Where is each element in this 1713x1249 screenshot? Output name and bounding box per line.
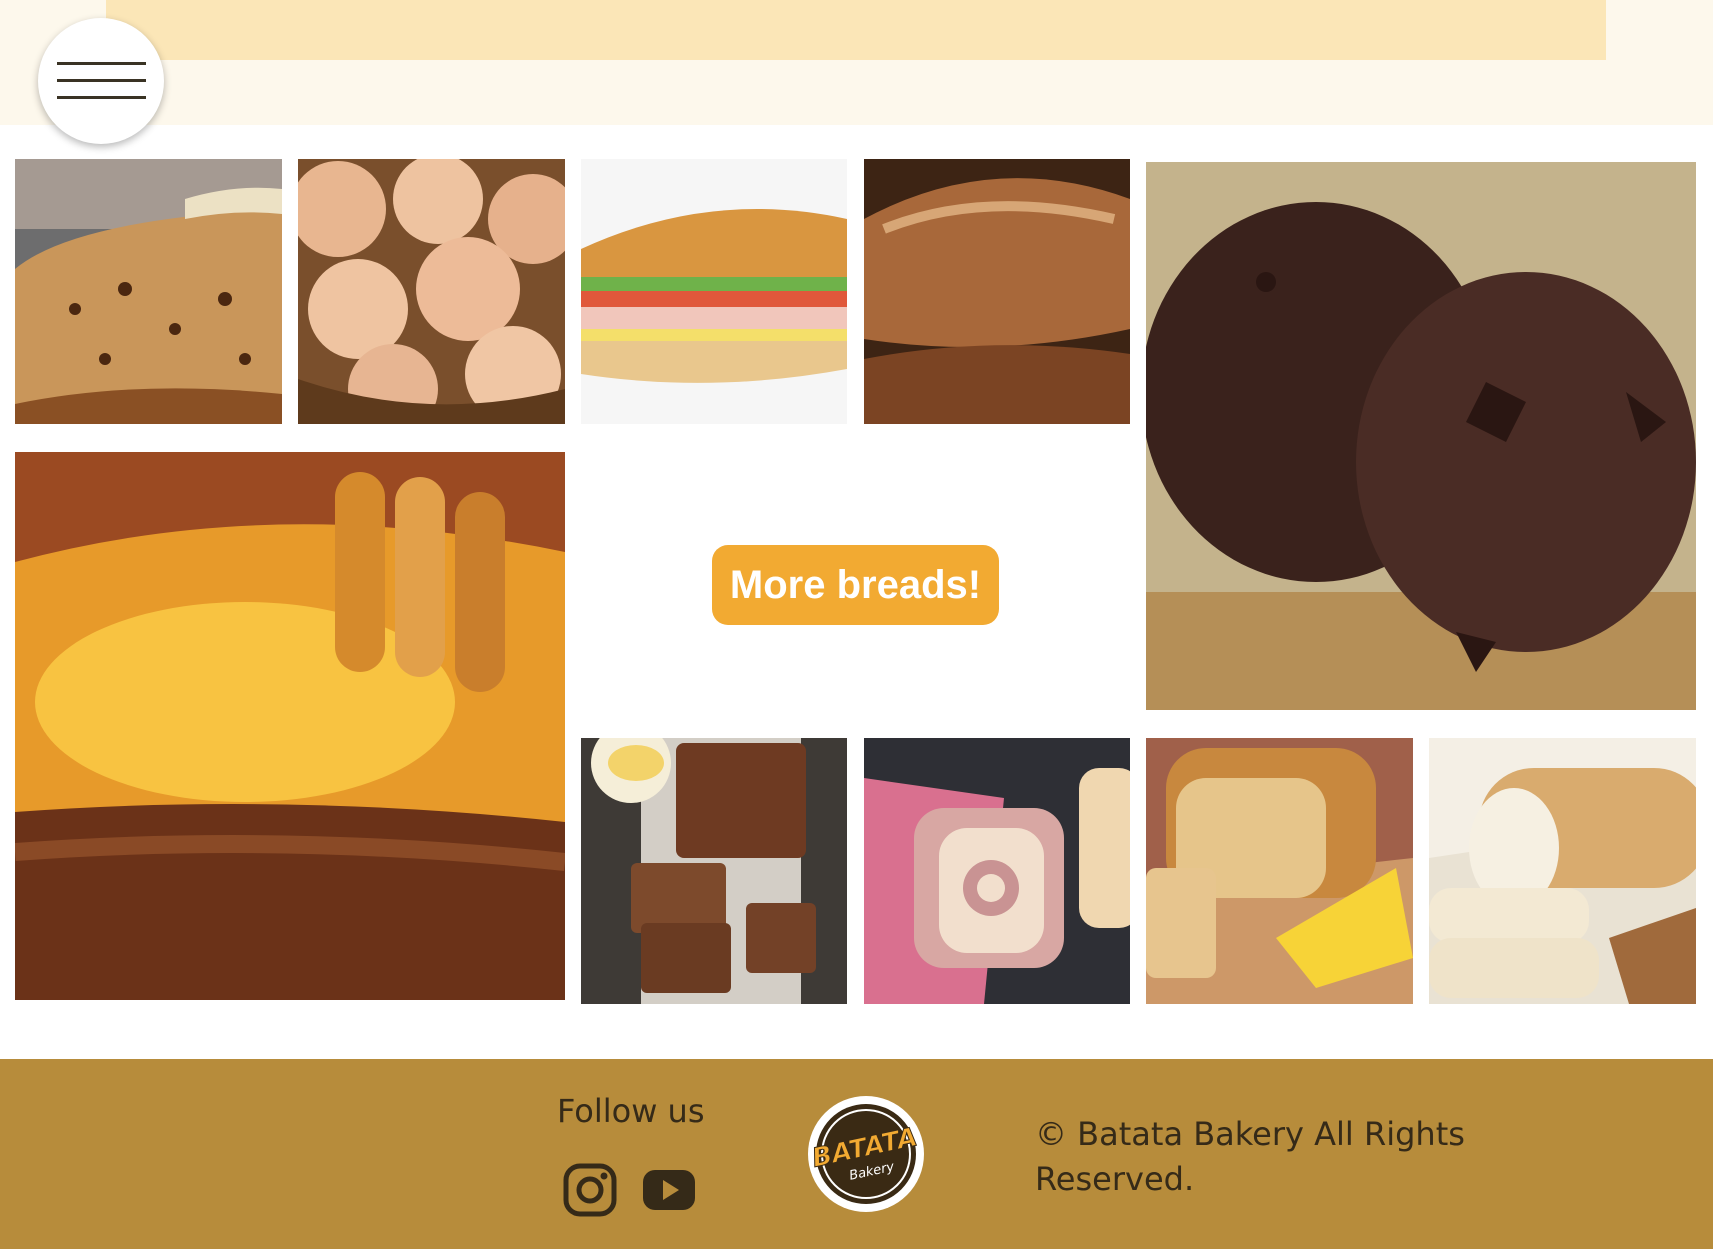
copyright-text: © Batata Bakery All Rights Reserved.: [1035, 1115, 1465, 1198]
footer: Follow us BATATA Bakery © Batata Bakery …: [0, 1059, 1713, 1249]
header-band: [106, 0, 1606, 60]
instagram-icon[interactable]: [562, 1162, 618, 1218]
chocolate-cookies-image[interactable]: [1146, 162, 1696, 710]
fruit-cake-slices-image[interactable]: [15, 159, 282, 424]
follow-us-label: Follow us: [557, 1092, 705, 1130]
cheese-bread-rolls-image[interactable]: [298, 159, 565, 424]
more-breads-button[interactable]: More breads!: [712, 545, 999, 625]
youtube-icon[interactable]: [641, 1162, 697, 1218]
white-bread-loaf-image[interactable]: [1429, 738, 1696, 1004]
top-header: [0, 0, 1713, 144]
batata-bakery-logo[interactable]: BATATA Bakery: [808, 1096, 924, 1212]
ham-sandwich-image[interactable]: [581, 159, 847, 424]
banana-bread-image[interactable]: [581, 738, 847, 1004]
ham-swirl-bread-image[interactable]: [864, 738, 1130, 1004]
baguette-loaves-image[interactable]: [864, 159, 1130, 424]
honey-bread-image[interactable]: [15, 452, 565, 1000]
menu-button[interactable]: [38, 18, 164, 144]
pineapple-loaf-image[interactable]: [1146, 738, 1413, 1004]
